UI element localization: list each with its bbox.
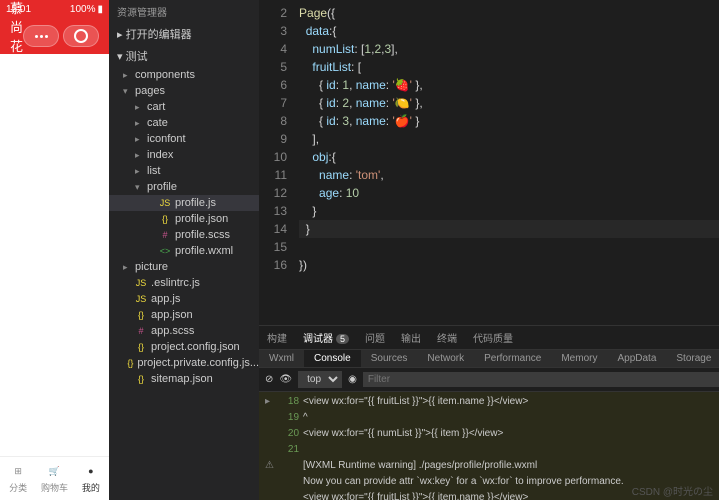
sim-body	[0, 54, 109, 456]
panel-tabs: 构建调试器问题输出终端代码质量	[259, 326, 719, 350]
scope-select[interactable]: top	[298, 371, 342, 388]
devtools-tab[interactable]: Sources	[361, 350, 418, 367]
panel-tab[interactable]: 输出	[393, 326, 429, 349]
filter-input[interactable]	[363, 372, 719, 387]
devtools-tab[interactable]: Performance	[474, 350, 551, 367]
devtools-tab[interactable]: Storage	[666, 350, 719, 367]
tree-node[interactable]: {}app.json	[109, 307, 259, 323]
tree-node[interactable]: {}project.private.config.js...	[109, 355, 259, 371]
devtools-tabs: WxmlConsoleSourcesNetworkPerformanceMemo…	[259, 350, 719, 368]
capsule-close[interactable]	[63, 25, 99, 47]
panel-tab[interactable]: 问题	[357, 326, 393, 349]
open-editors[interactable]: ▸ 打开的编辑器	[109, 23, 259, 45]
explorer: 资源管理器 ▸ 打开的编辑器 ▾ 测试 ▸📁components▾📁pages▸…	[109, 0, 259, 500]
file-tree: ▸📁components▾📁pages▸📁cart▸📁cate▸📁iconfon…	[109, 67, 259, 500]
panel-tab[interactable]: 调试器	[295, 326, 357, 349]
tree-node[interactable]: #app.scss	[109, 323, 259, 339]
tree-node[interactable]: ▸📁list	[109, 163, 259, 179]
tree-node[interactable]: <>profile.wxml	[109, 243, 259, 259]
panel-tab[interactable]: 终端	[429, 326, 465, 349]
panel-tab[interactable]: 构建	[259, 326, 295, 349]
eye-icon[interactable]: 👁	[279, 374, 292, 385]
tree-node[interactable]: ▸📁index	[109, 147, 259, 163]
clear-icon[interactable]: ⊘	[265, 374, 273, 385]
tree-node[interactable]: {}project.config.json	[109, 339, 259, 355]
devtools-tab[interactable]: Network	[417, 350, 474, 367]
main-area: 2345678910111213141516 Page({ data:{ num…	[259, 0, 719, 500]
console-toolbar: ⊘ 👁 top ◉ Default levels ▾	[259, 368, 719, 392]
tree-node[interactable]: JSapp.js	[109, 291, 259, 307]
tabbar-item[interactable]: ●我的	[73, 457, 109, 500]
devtools-tab[interactable]: AppData	[607, 350, 666, 367]
tree-node[interactable]: ▸📁iconfont	[109, 131, 259, 147]
tree-node[interactable]: ▸📁components	[109, 67, 259, 83]
tree-node[interactable]: ▸📁picture	[109, 259, 259, 275]
editor[interactable]: 2345678910111213141516 Page({ data:{ num…	[259, 0, 719, 325]
tree-node[interactable]: #profile.scss	[109, 227, 259, 243]
sim-tabbar: ⊞分类🛒购物车●我的	[0, 456, 109, 500]
tree-node[interactable]: {}profile.json	[109, 211, 259, 227]
sim-header: 慕尚花坊	[0, 18, 109, 54]
tree-node[interactable]: ▸📁cate	[109, 115, 259, 131]
tree-node[interactable]: ▾📁pages	[109, 83, 259, 99]
devtools-tab[interactable]: Memory	[551, 350, 607, 367]
panel-tab[interactable]: 代码质量	[465, 326, 521, 349]
explorer-title: 资源管理器	[109, 0, 259, 23]
watermark: CSDN @时光の尘	[632, 483, 713, 498]
filter-icon[interactable]: ◉	[348, 374, 357, 385]
devtools-tab[interactable]: Wxml	[259, 350, 304, 367]
line-gutter: 2345678910111213141516	[259, 0, 295, 325]
devtools-tab[interactable]: Console	[304, 350, 361, 367]
simulator: 15:01 100% ▮ 慕尚花坊 ⊞分类🛒购物车●我的	[0, 0, 109, 500]
project-root[interactable]: ▾ 测试	[109, 45, 259, 67]
bottom-panel: 构建调试器问题输出终端代码质量 WxmlConsoleSourcesNetwor…	[259, 325, 719, 500]
tree-node[interactable]: JSprofile.js	[109, 195, 259, 211]
sim-battery: 100% ▮	[70, 4, 103, 15]
tree-node[interactable]: {}sitemap.json	[109, 371, 259, 387]
code-area[interactable]: Page({ data:{ numList: [1,2,3], fruitLis…	[295, 0, 719, 325]
tree-node[interactable]: JS.eslintrc.js	[109, 275, 259, 291]
tabbar-item[interactable]: ⊞分类	[0, 457, 36, 500]
tree-node[interactable]: ▾📁profile	[109, 179, 259, 195]
capsule-menu[interactable]	[23, 25, 59, 47]
tabbar-item[interactable]: 🛒购物车	[36, 457, 72, 500]
tree-node[interactable]: ▸📁cart	[109, 99, 259, 115]
